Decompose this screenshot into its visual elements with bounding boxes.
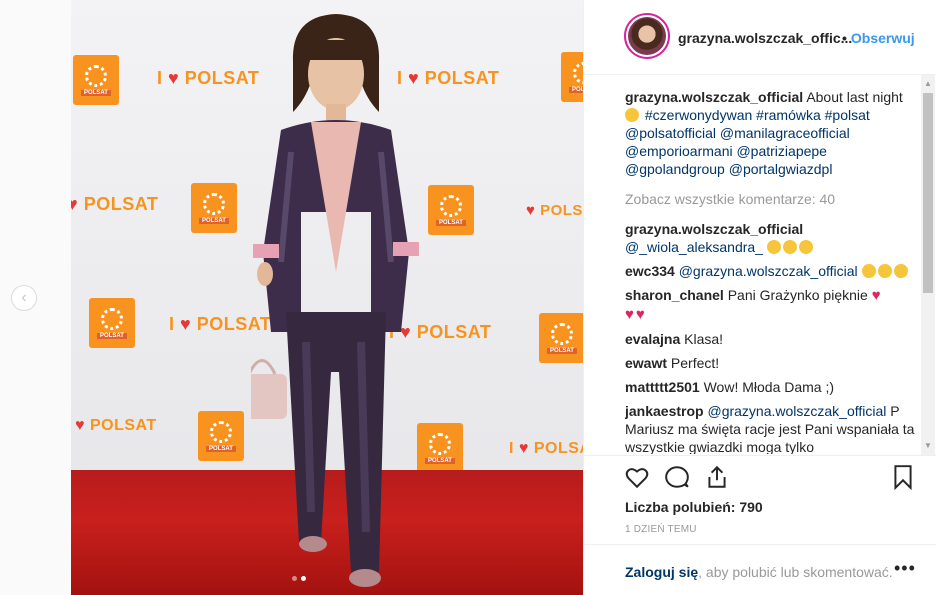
polsat-logo: POLSAT [73, 55, 119, 105]
comment: evalajna Klasa! [625, 330, 919, 348]
caption-mentions[interactable]: @emporioarmani @patriziapepe [625, 143, 827, 159]
kiss-emoji-icon [861, 264, 876, 278]
kiss-emoji-icon [782, 240, 797, 254]
polsat-logo: POLSAT [191, 183, 237, 233]
login-prompt: Zaloguj się, aby polubić lub skomentować… [584, 544, 936, 595]
polsat-logo: POLSAT [428, 185, 474, 235]
view-all-comments-link[interactable]: Zobacz wszystkie komentarze: 40 [625, 190, 919, 208]
comment: grazyna.wolszczak_official @_wiola_aleks… [625, 220, 919, 256]
woman-figure [251, 14, 419, 587]
kiss-emoji-icon [766, 240, 781, 254]
comment: ewc334 @grazyna.wolszczak_official [625, 262, 919, 280]
post-caption: grazyna.wolszczak_official About last ni… [625, 88, 919, 178]
avatar[interactable] [624, 13, 670, 59]
comments-list: grazyna.wolszczak_official About last ni… [625, 88, 919, 454]
comment-text[interactable]: @_wiola_aleksandra_ [625, 239, 763, 255]
polsat-logo: POLSAT [539, 313, 583, 363]
likes-count[interactable]: Liczba polubień: 790 [625, 499, 763, 515]
heart-emoji-icon: ♥ [871, 287, 881, 304]
comment-username[interactable]: grazyna.wolszczak_official [625, 221, 803, 237]
i-love-polsat-text: ♥ POLSAT [71, 194, 159, 214]
comment-text: Perfect! [670, 355, 720, 371]
comment-text: Klasa! [684, 331, 724, 347]
post-username[interactable]: grazyna.wolszczak_offic... [678, 30, 852, 46]
post-timestamp[interactable]: 1 DZIEŃ TEMU [625, 524, 697, 535]
caption-text: About last night [806, 89, 903, 105]
scroll-up-icon[interactable]: ▲ [924, 79, 932, 88]
i-love-polsat-text: I ♥ POLSAT [157, 68, 260, 88]
comment-username[interactable]: evalajna [625, 331, 680, 347]
comment: mattttt2501 Wow! Młoda Dama ;) [625, 378, 919, 396]
comment-username[interactable]: ewawt [625, 355, 667, 371]
carousel-dot-active[interactable] [301, 576, 306, 581]
instagram-post-page: ‹ POLSAT POLSAT POLSAT POLSAT POLSAT POL… [0, 0, 936, 595]
caption-username[interactable]: grazyna.wolszczak_official [625, 89, 803, 105]
comment: jankaestrop @grazyna.wolszczak_official … [625, 402, 919, 454]
bookmark-icon[interactable] [890, 464, 916, 490]
scroll-thumb[interactable] [923, 93, 933, 293]
comment: ewawt Perfect! [625, 354, 919, 372]
kiss-emoji-icon [798, 240, 813, 254]
comment-mention[interactable]: @grazyna.wolszczak_official [707, 403, 886, 419]
carousel-dots [292, 576, 306, 581]
follow-button[interactable]: • Obserwuj [842, 30, 915, 46]
comment-username[interactable]: jankaestrop [625, 403, 704, 419]
heart-emoji-icon: ♥ [625, 306, 634, 323]
polsat-logo: POLSAT [89, 298, 135, 348]
caption-hashtags[interactable]: #czerwonydywan #ramówka #polsat [645, 107, 870, 123]
i-love-polsat-text: I ♥ POLSAT [509, 440, 583, 457]
post-header: grazyna.wolszczak_offic... • Obserwuj [584, 0, 936, 75]
comment-text[interactable]: @grazyna.wolszczak_official [679, 263, 858, 279]
polsat-logo: POLSAT [417, 423, 463, 473]
kiss-emoji-icon [893, 264, 908, 278]
i-love-polsat-text: ♥ POLSAT [75, 417, 157, 434]
kiss-emoji-icon [877, 264, 892, 278]
comment-bubble-icon[interactable] [664, 464, 690, 490]
more-options-icon[interactable]: ••• [894, 558, 916, 579]
login-prompt-text: Zaloguj się, aby polubić lub skomentować… [625, 564, 893, 580]
post-photo[interactable]: POLSAT POLSAT POLSAT POLSAT POLSAT POLSA… [71, 0, 583, 595]
polsat-logo: POLSAT [198, 411, 244, 461]
carousel-dot[interactable] [292, 576, 297, 581]
comment-username[interactable]: sharon_chanel [625, 287, 724, 303]
polsat-logo: POLSAT [561, 52, 583, 102]
heart-emoji-icon: ♥ [635, 306, 645, 323]
comment-username[interactable]: mattttt2501 [625, 379, 700, 395]
comments-scrollbar[interactable]: ▲ ▼ [921, 75, 935, 455]
heart-outline-icon[interactable] [624, 464, 650, 490]
i-love-polsat-text: ♥ POLSAT [526, 202, 583, 219]
login-link[interactable]: Zaloguj się [625, 564, 698, 580]
caption-mentions[interactable]: @gpolandgroup @portalgwiazdpl [625, 161, 832, 177]
comment: sharon_chanel Pani Grażynko pięknie ♥ ♥ ♥ [625, 286, 919, 324]
comment-text: Wow! Młoda Dama ;) [703, 379, 835, 395]
comment-text: Pani Grażynko pięknie [727, 287, 868, 303]
scroll-down-icon[interactable]: ▼ [924, 441, 932, 450]
chevron-left-icon[interactable]: ‹ [11, 285, 37, 311]
post-side-panel: grazyna.wolszczak_offic... • Obserwuj gra… [583, 0, 936, 595]
share-icon[interactable] [704, 464, 730, 490]
caption-mentions[interactable]: @polsatofficial @manilagraceofficial [625, 125, 850, 141]
post-actions: Liczba polubień: 790 1 DZIEŃ TEMU Zalogu… [584, 455, 936, 595]
grinning-emoji-icon [625, 108, 639, 122]
comment-username[interactable]: ewc334 [625, 263, 675, 279]
